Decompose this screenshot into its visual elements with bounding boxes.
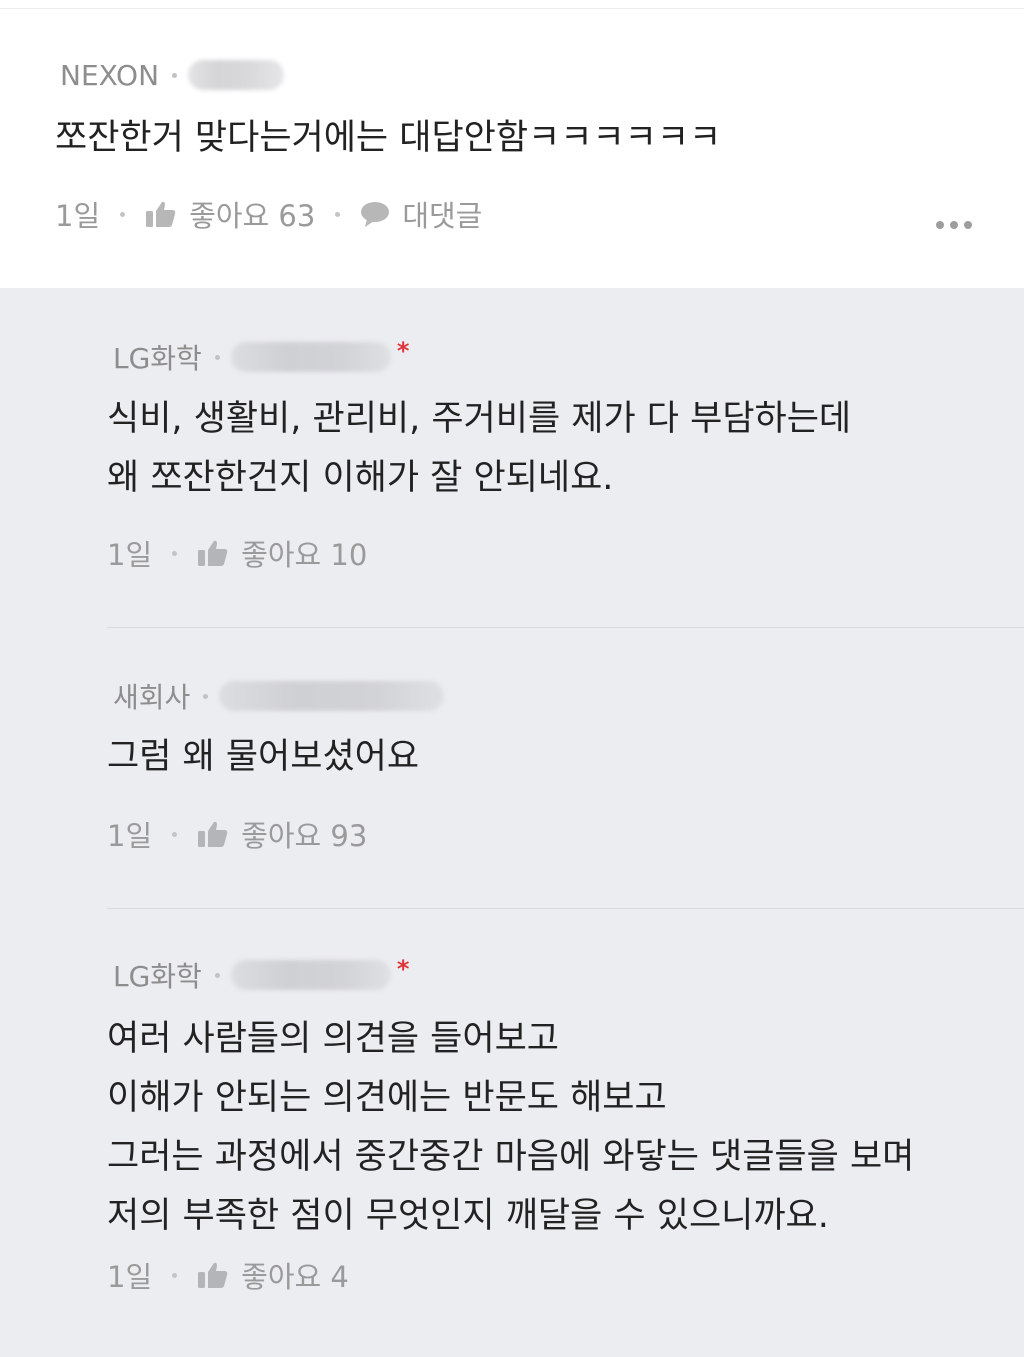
blurred-username: [230, 342, 391, 372]
reply-button[interactable]: 대댓글: [360, 193, 482, 235]
reply-meta: LG화학 *: [113, 337, 410, 375]
comment-time: 1일: [55, 199, 101, 233]
reply-line: 이해가 안되는 의견에는 반문도 해보고: [107, 1078, 667, 1118]
reply-time: 1일: [107, 1260, 153, 1294]
like-label: 좋아요 93: [241, 819, 368, 853]
reply-body: 여러 사람들의 의견을 들어보고 이해가 안되는 의견에는 반문도 해보고 그러…: [107, 1010, 914, 1246]
comment-body: 쪼잔한거 맞다는거에는 대답안함ㅋㅋㅋㅋㅋㅋ: [55, 109, 721, 168]
meta-dot: [172, 831, 178, 837]
thumbs-up-icon: [198, 1262, 228, 1288]
reply-time: 1일: [107, 538, 153, 572]
reply-line: 왜 쪼잔한건지 이해가 잘 안되네요.: [107, 458, 614, 498]
reply-list: LG화학 * 식비, 생활비, 관리비, 주거비를 제가 다 부담하는데 왜 쪼…: [0, 288, 1024, 1357]
reply-line: 그러는 과정에서 중간중간 마음에 와닿는 댓글들을 보며: [107, 1137, 915, 1177]
more-dots-icon: [936, 221, 944, 229]
more-dot: [964, 221, 972, 229]
meta-dot: [172, 72, 178, 78]
thumbs-up-icon: [146, 201, 176, 227]
meta-dot: [172, 1272, 178, 1278]
reply-line: 여러 사람들의 의견을 들어보고: [107, 1019, 559, 1059]
reply-item: 새회사 그럼 왜 물어보셨어요 1일 좋아요 93: [107, 628, 1024, 908]
meta-dot: [120, 211, 126, 217]
comment-actions: 1일 좋아요 63 대댓글: [55, 194, 482, 234]
author-marker: *: [396, 955, 410, 983]
company-name: 새회사: [113, 681, 191, 714]
like-button[interactable]: 좋아요 63: [145, 193, 315, 235]
like-button[interactable]: 좋아요 10: [197, 532, 367, 574]
speech-bubble-icon: [361, 202, 390, 227]
reply-item: LG화학 * 여러 사람들의 의견을 들어보고 이해가 안되는 의견에는 반문도…: [107, 909, 1024, 1357]
like-button[interactable]: 좋아요 4: [197, 1254, 349, 1296]
blurred-username: [219, 681, 445, 711]
comment-meta: NEXON: [60, 57, 285, 93]
reply-body: 식비, 생활비, 관리비, 주거비를 제가 다 부담하는데 왜 쪼잔한건지 이해…: [107, 390, 851, 508]
reply-actions: 1일 좋아요 4: [107, 1255, 349, 1295]
meta-dot: [203, 693, 209, 699]
like-label: 좋아요 63: [189, 199, 316, 233]
reply-meta: LG화학 *: [113, 955, 410, 993]
reply-time: 1일: [107, 819, 153, 853]
reply-line: 저의 부족한 점이 무엇인지 깨달을 수 있으니까요.: [107, 1196, 829, 1236]
meta-dot: [214, 972, 220, 978]
more-options-button[interactable]: [936, 221, 972, 229]
blurred-username: [188, 60, 285, 90]
thumbs-up-icon: [198, 540, 228, 566]
reply-label: 대댓글: [402, 199, 483, 233]
company-name: LG화학: [113, 342, 202, 375]
meta-dot: [214, 354, 220, 360]
comment-line: 쪼잔한거 맞다는거에는 대답안함ㅋㅋㅋㅋㅋㅋ: [55, 118, 722, 158]
reply-body: 그럼 왜 물어보셨어요: [107, 728, 419, 787]
like-label: 좋아요 4: [241, 1260, 349, 1294]
meta-dot: [172, 550, 178, 556]
company-name: NEXON: [60, 58, 160, 92]
reply-actions: 1일 좋아요 93: [107, 814, 367, 854]
blurred-username: [230, 960, 391, 990]
reply-actions: 1일 좋아요 10: [107, 533, 367, 573]
reply-item: LG화학 * 식비, 생활비, 관리비, 주거비를 제가 다 부담하는데 왜 쪼…: [107, 288, 1024, 628]
reply-meta: 새회사: [113, 678, 445, 714]
like-button[interactable]: 좋아요 93: [197, 813, 367, 855]
reply-line: 그럼 왜 물어보셨어요: [107, 737, 420, 777]
comment-thread: NEXON 쪼잔한거 맞다는거에는 대답안함ㅋㅋㅋㅋㅋㅋ 1일 좋아요 63 대…: [0, 0, 1024, 1357]
reply-line: 식비, 생활비, 관리비, 주거비를 제가 다 부담하는데: [107, 399, 852, 439]
author-marker: *: [396, 337, 410, 365]
meta-dot: [335, 211, 341, 217]
top-comment: NEXON 쪼잔한거 맞다는거에는 대답안함ㅋㅋㅋㅋㅋㅋ 1일 좋아요 63 대…: [0, 9, 1024, 288]
thumbs-up-icon: [198, 821, 228, 847]
like-label: 좋아요 10: [241, 538, 368, 572]
more-dot: [950, 221, 958, 229]
company-name: LG화학: [113, 960, 202, 993]
